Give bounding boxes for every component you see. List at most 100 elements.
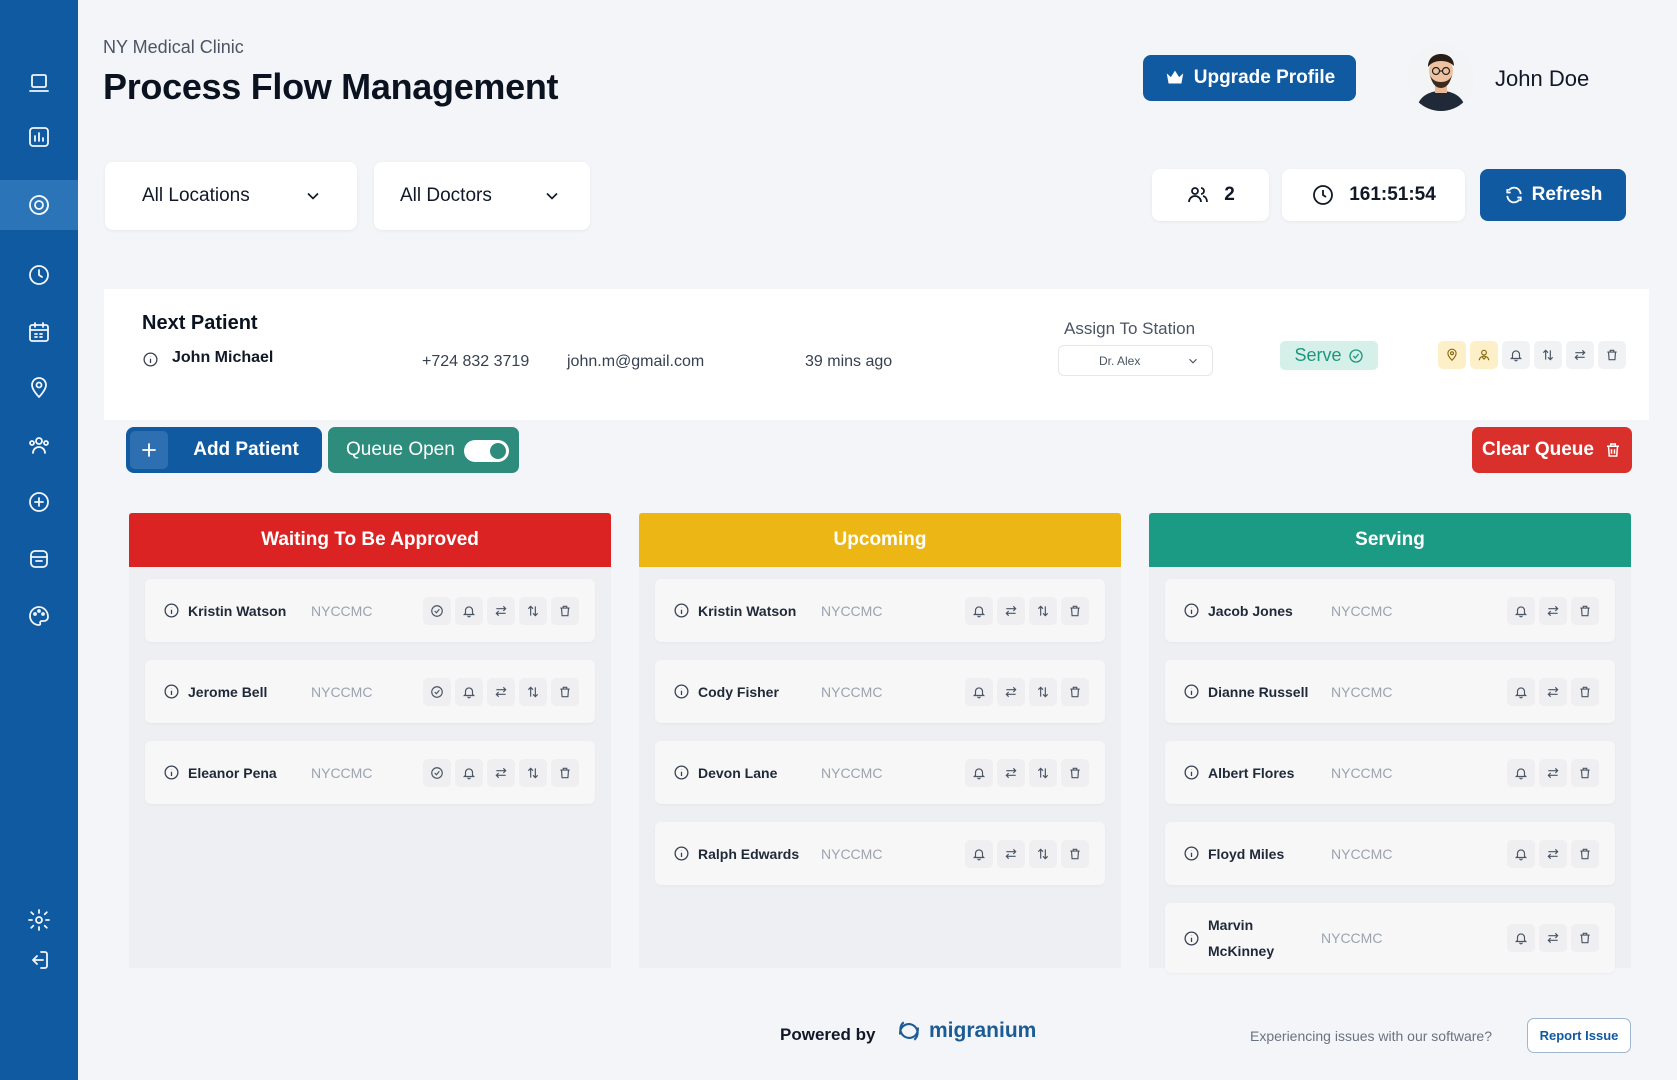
bell-icon[interactable] [1507, 677, 1535, 706]
bell-icon[interactable] [455, 596, 483, 625]
patient-card[interactable]: Marvin McKinney NYCCMC [1165, 903, 1615, 973]
location-select[interactable]: All Locations [105, 162, 357, 230]
bell-icon[interactable] [965, 839, 993, 868]
swap-vertical-icon[interactable] [519, 677, 547, 706]
refresh-button[interactable]: Refresh [1480, 169, 1626, 221]
bell-icon[interactable] [1507, 596, 1535, 625]
check-circle-icon[interactable] [423, 677, 451, 706]
toggle-switch[interactable] [464, 440, 509, 462]
swap-vertical-icon[interactable] [1029, 677, 1057, 706]
trash-icon[interactable] [1571, 596, 1599, 625]
bell-icon[interactable] [965, 677, 993, 706]
trash-icon[interactable] [1061, 677, 1089, 706]
info-icon[interactable] [1183, 764, 1200, 781]
serve-button[interactable]: Serve [1280, 341, 1378, 370]
patient-card[interactable]: Ralph Edwards NYCCMC [655, 822, 1105, 885]
swap-horizontal-icon[interactable] [487, 677, 515, 706]
process-flow-icon[interactable] [0, 180, 78, 230]
bell-icon[interactable] [1507, 924, 1535, 952]
trash-icon[interactable] [1061, 839, 1089, 868]
assign-doctor-icon[interactable] [1470, 341, 1498, 369]
trash-icon[interactable] [551, 677, 579, 706]
palette-icon[interactable] [0, 593, 78, 639]
bell-icon[interactable] [1507, 839, 1535, 868]
users-icon[interactable] [0, 422, 78, 468]
trash-icon[interactable] [1571, 677, 1599, 706]
trash-icon[interactable] [1571, 839, 1599, 868]
patient-card[interactable]: Floyd Miles NYCCMC [1165, 822, 1615, 885]
clear-queue-button[interactable]: Clear Queue [1472, 427, 1632, 473]
swap-horizontal-icon[interactable] [997, 677, 1025, 706]
check-circle-icon[interactable] [423, 758, 451, 787]
swap-horizontal-icon[interactable] [1539, 758, 1567, 787]
swap-horizontal-icon[interactable] [1566, 341, 1594, 369]
location-pin-icon[interactable] [1438, 341, 1466, 369]
info-icon[interactable] [1183, 602, 1200, 619]
trash-icon[interactable] [1061, 758, 1089, 787]
doctor-select[interactable]: All Doctors [374, 162, 590, 230]
info-icon[interactable] [163, 683, 180, 700]
swap-vertical-icon[interactable] [519, 596, 547, 625]
patient-card[interactable]: Cody Fisher NYCCMC [655, 660, 1105, 723]
calendar-icon[interactable] [0, 309, 78, 355]
swap-horizontal-icon[interactable] [1539, 924, 1567, 952]
bell-icon[interactable] [1502, 341, 1530, 369]
trash-icon[interactable] [551, 758, 579, 787]
bell-icon[interactable] [965, 758, 993, 787]
info-icon[interactable] [673, 845, 690, 862]
bar-chart-icon[interactable] [0, 114, 78, 160]
info-icon[interactable] [163, 602, 180, 619]
info-icon[interactable] [673, 764, 690, 781]
patient-card[interactable]: Kristin Watson NYCCMC [655, 579, 1105, 642]
swap-horizontal-icon[interactable] [487, 758, 515, 787]
patient-card[interactable]: Jacob Jones NYCCMC [1165, 579, 1615, 642]
patient-card[interactable]: Albert Flores NYCCMC [1165, 741, 1615, 804]
swap-horizontal-icon[interactable] [997, 758, 1025, 787]
swap-vertical-icon[interactable] [1029, 839, 1057, 868]
swap-vertical-icon[interactable] [1029, 596, 1057, 625]
info-icon[interactable] [673, 683, 690, 700]
bell-icon[interactable] [455, 677, 483, 706]
swap-horizontal-icon[interactable] [487, 596, 515, 625]
trash-icon[interactable] [551, 596, 579, 625]
info-icon[interactable] [1183, 683, 1200, 700]
trash-icon[interactable] [1571, 758, 1599, 787]
info-icon[interactable] [673, 602, 690, 619]
swap-vertical-icon[interactable] [1534, 341, 1562, 369]
swap-vertical-icon[interactable] [519, 758, 547, 787]
trash-icon[interactable] [1061, 596, 1089, 625]
patient-card[interactable]: Eleanor Pena NYCCMC [145, 741, 595, 804]
info-icon[interactable] [142, 351, 159, 368]
swap-horizontal-icon[interactable] [1539, 677, 1567, 706]
avatar[interactable] [1408, 45, 1474, 111]
swap-horizontal-icon[interactable] [997, 596, 1025, 625]
archive-icon[interactable] [0, 536, 78, 582]
location-pin-icon[interactable] [0, 365, 78, 411]
clock-icon[interactable] [0, 252, 78, 298]
swap-horizontal-icon[interactable] [1539, 596, 1567, 625]
swap-horizontal-icon[interactable] [997, 839, 1025, 868]
bell-icon[interactable] [965, 596, 993, 625]
check-circle-icon[interactable] [423, 596, 451, 625]
info-icon[interactable] [163, 764, 180, 781]
logout-icon[interactable] [0, 937, 78, 983]
monitor-icon[interactable] [0, 60, 78, 106]
trash-icon[interactable] [1571, 924, 1599, 952]
station-select[interactable]: Dr. Alex [1058, 345, 1213, 376]
plus-circle-icon[interactable] [0, 479, 78, 525]
upgrade-profile-button[interactable]: Upgrade Profile [1143, 55, 1356, 101]
swap-vertical-icon[interactable] [1029, 758, 1057, 787]
patient-card[interactable]: Dianne Russell NYCCMC [1165, 660, 1615, 723]
info-icon[interactable] [1183, 845, 1200, 862]
swap-horizontal-icon[interactable] [1539, 839, 1567, 868]
info-icon[interactable] [1183, 930, 1200, 947]
queue-open-toggle[interactable]: Queue Open [328, 427, 519, 473]
bell-icon[interactable] [455, 758, 483, 787]
trash-icon[interactable] [1598, 341, 1626, 369]
bell-icon[interactable] [1507, 758, 1535, 787]
add-patient-button[interactable]: Add Patient [126, 427, 322, 473]
patient-card[interactable]: Devon Lane NYCCMC [655, 741, 1105, 804]
patient-card[interactable]: Jerome Bell NYCCMC [145, 660, 595, 723]
report-issue-button[interactable]: Report Issue [1527, 1018, 1631, 1053]
patient-card[interactable]: Kristin Watson NYCCMC [145, 579, 595, 642]
